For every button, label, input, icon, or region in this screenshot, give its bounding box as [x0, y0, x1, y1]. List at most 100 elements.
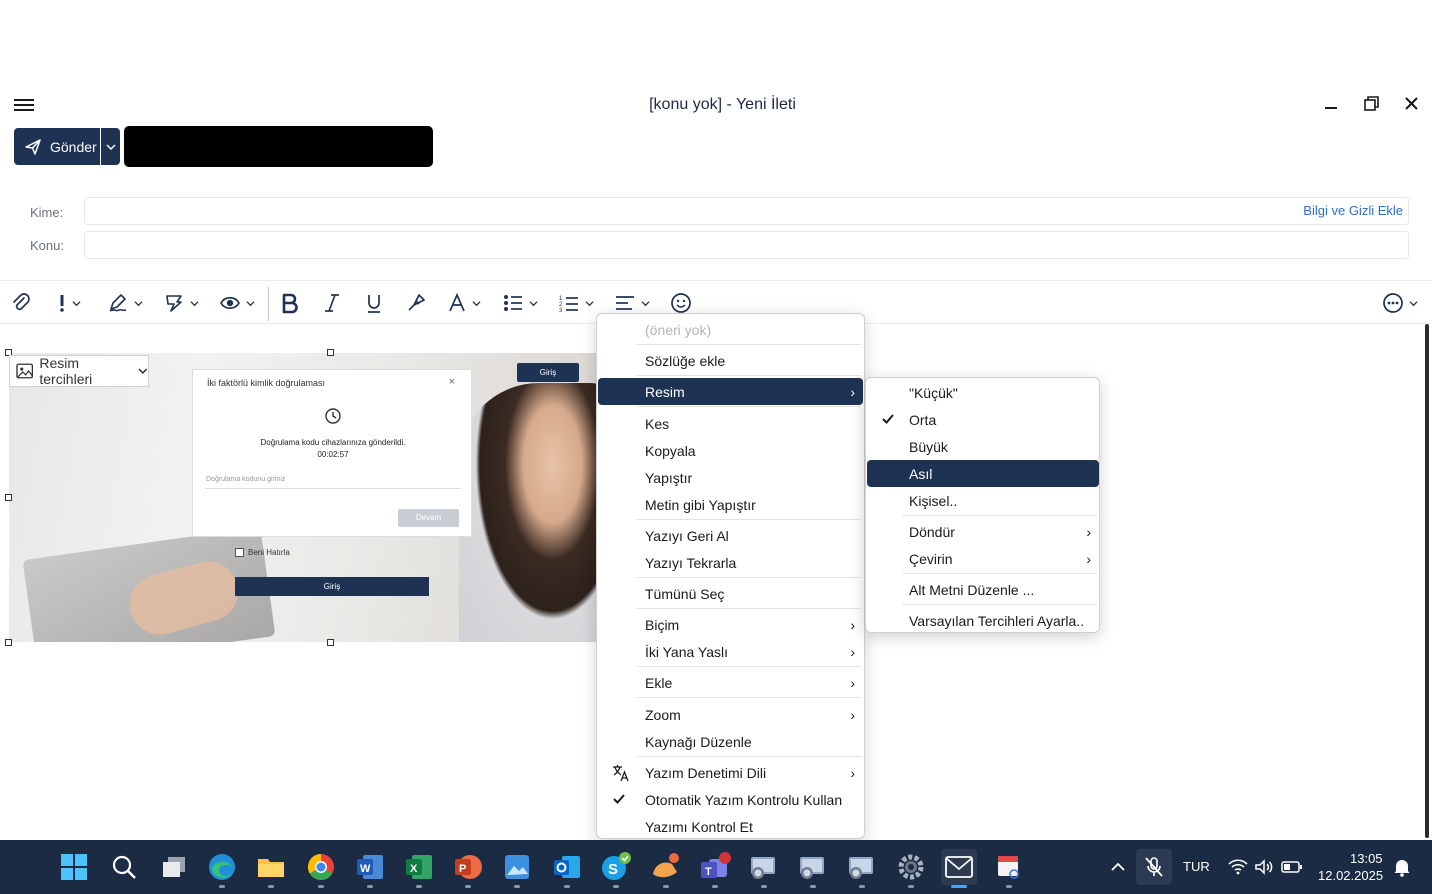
menu-item-paste[interactable]: Yapıştır — [598, 464, 863, 491]
menu-item-undo[interactable]: Yazıyı Geri Al — [598, 522, 863, 549]
menu-item-edit-source[interactable]: Kaynağı Düzenle — [598, 728, 863, 755]
menu-item-format[interactable]: Biçim › — [598, 611, 863, 638]
to-field[interactable] — [84, 197, 1409, 225]
menu-item-label: İki Yana Yaslı — [645, 643, 729, 660]
menu-item-insert[interactable]: Ekle › — [598, 669, 863, 696]
menu-item-redo[interactable]: Yazıyı Tekrarla — [598, 549, 863, 576]
task-view-icon[interactable] — [156, 849, 192, 885]
emoji-button[interactable] — [670, 291, 692, 315]
send-button[interactable]: Gönder — [14, 128, 100, 165]
menu-item-label: Kes — [645, 415, 670, 432]
show-hidden-icons-chevron-up-icon[interactable] — [1100, 849, 1136, 885]
chrome-icon[interactable] — [303, 849, 339, 888]
importance-button[interactable] — [57, 291, 81, 315]
menu-item-label: Yazıyı Tekrarla — [645, 554, 737, 571]
bold-button[interactable] — [281, 291, 299, 315]
dialog-timer: 00:02:57 — [317, 450, 349, 459]
remote-desktop-icon-3[interactable] — [844, 849, 880, 888]
word-icon[interactable]: W — [352, 849, 388, 888]
sensitivity-icon — [166, 295, 182, 312]
edge-icon[interactable] — [204, 849, 240, 888]
submenu-item-edit-alt-text[interactable]: Alt Metni Düzenle ... — [867, 576, 1099, 603]
outlook-icon[interactable] — [549, 849, 585, 888]
menu-item-image[interactable]: Resim › — [598, 378, 863, 405]
svg-text:W: W — [360, 863, 371, 875]
app-icon[interactable] — [648, 849, 684, 888]
menu-item-label: Yazım Denetimi Dili — [645, 764, 767, 781]
image-preferences-button[interactable]: Resim tercihleri — [9, 355, 149, 387]
add-cc-bcc-link[interactable]: Bilgi ve Gizli Ekle — [1303, 203, 1403, 218]
numbered-list-button[interactable]: 123 — [558, 291, 594, 315]
teams-icon[interactable]: T — [697, 849, 733, 888]
notification-bell-icon[interactable] — [1384, 849, 1420, 885]
submenu-item-rotate[interactable]: Döndür › — [867, 518, 1099, 545]
subject-field[interactable] — [84, 231, 1409, 259]
visibility-button[interactable] — [219, 291, 255, 315]
bullet-list-button[interactable] — [502, 291, 538, 315]
menu-item-spellcheck-language[interactable]: Yazım Denetimi Dili › — [598, 759, 863, 786]
submenu-item-custom[interactable]: Kişisel.. — [867, 487, 1099, 514]
snipping-tool-icon[interactable] — [991, 849, 1027, 888]
format-painter-button[interactable] — [405, 291, 427, 315]
italic-button[interactable] — [323, 291, 341, 315]
signature-button[interactable] — [107, 291, 143, 315]
photos-icon[interactable] — [499, 849, 535, 888]
font-button[interactable] — [447, 291, 481, 315]
minimize-button[interactable] — [1320, 94, 1344, 116]
resize-handle[interactable] — [5, 639, 12, 646]
image-login-button-bottom: Giriş — [235, 577, 429, 596]
sensitivity-button[interactable] — [163, 291, 199, 315]
resize-handle[interactable] — [327, 639, 334, 646]
menu-item-add-to-dictionary[interactable]: Sözlüğe ekle — [598, 347, 863, 374]
submenu-item-flip[interactable]: Çevirin › — [867, 545, 1099, 572]
menu-item-justify[interactable]: İki Yana Yaslı › — [598, 638, 863, 665]
menu-item-auto-spellcheck[interactable]: Otomatik Yazım Kontrolu Kullan — [598, 786, 863, 813]
send-options-dropdown[interactable] — [101, 128, 120, 165]
settings-icon[interactable] — [893, 849, 929, 888]
remote-desktop-icon-2[interactable] — [795, 849, 831, 888]
submenu-item-medium[interactable]: Orta — [867, 406, 1099, 433]
submenu-item-small[interactable]: "Küçük" — [867, 379, 1099, 406]
submenu-item-large[interactable]: Büyük — [867, 433, 1099, 460]
menu-item-label: Sözlüğe ekle — [645, 352, 726, 369]
remember-me-label: Beni Hatırla — [248, 548, 290, 557]
file-explorer-icon[interactable] — [253, 849, 289, 888]
menu-item-copy[interactable]: Kopyala — [598, 437, 863, 464]
toolbar-separator — [268, 287, 269, 321]
submenu-item-set-default-preferences[interactable]: Varsayılan Tercihleri Ayarla.. — [867, 607, 1099, 634]
search-icon[interactable] — [106, 849, 142, 885]
menu-item-select-all[interactable]: Tümünü Seç — [598, 580, 863, 607]
clock-date[interactable]: 12.02.2025 — [1318, 868, 1383, 883]
menu-item-paste-as-text[interactable]: Metin gibi Yapıştır — [598, 491, 863, 518]
resize-handle[interactable] — [327, 349, 334, 356]
resize-handle[interactable] — [5, 494, 12, 501]
skype-icon[interactable]: S — [598, 849, 634, 888]
vertical-scrollbar[interactable] — [1425, 324, 1429, 838]
clock-time[interactable]: 13:05 — [1350, 851, 1383, 866]
chevron-right-icon: › — [850, 675, 855, 691]
underline-button[interactable] — [364, 291, 384, 315]
powerpoint-icon[interactable]: P — [450, 849, 486, 888]
menu-separator — [637, 406, 861, 407]
check-icon — [882, 414, 894, 424]
remote-desktop-icon[interactable] — [746, 849, 782, 888]
restore-button[interactable] — [1360, 94, 1384, 116]
close-button[interactable] — [1400, 94, 1424, 116]
mail-icon[interactable] — [941, 849, 977, 888]
align-button[interactable] — [614, 291, 650, 315]
menu-item-zoom[interactable]: Zoom › — [598, 701, 863, 728]
chevron-down-icon — [138, 368, 148, 374]
windows-start-icon[interactable] — [56, 849, 92, 885]
menu-separator — [637, 577, 861, 578]
running-indicator — [367, 885, 373, 888]
menu-item-cut[interactable]: Kes — [598, 410, 863, 437]
battery-icon[interactable] — [1274, 849, 1310, 885]
excel-icon[interactable]: X — [401, 849, 437, 888]
attach-button[interactable] — [11, 291, 31, 315]
language-indicator[interactable]: TUR — [1183, 859, 1210, 874]
menu-item-check-spelling[interactable]: Yazımı Kontrol Et — [598, 813, 863, 840]
submenu-item-original[interactable]: Asıl — [867, 460, 1099, 487]
more-options-button[interactable] — [1382, 291, 1418, 315]
microphone-muted-icon[interactable] — [1136, 849, 1172, 885]
dialog-message: Doğrulama kodu cihazlarınıza gönderildi. — [260, 438, 406, 447]
